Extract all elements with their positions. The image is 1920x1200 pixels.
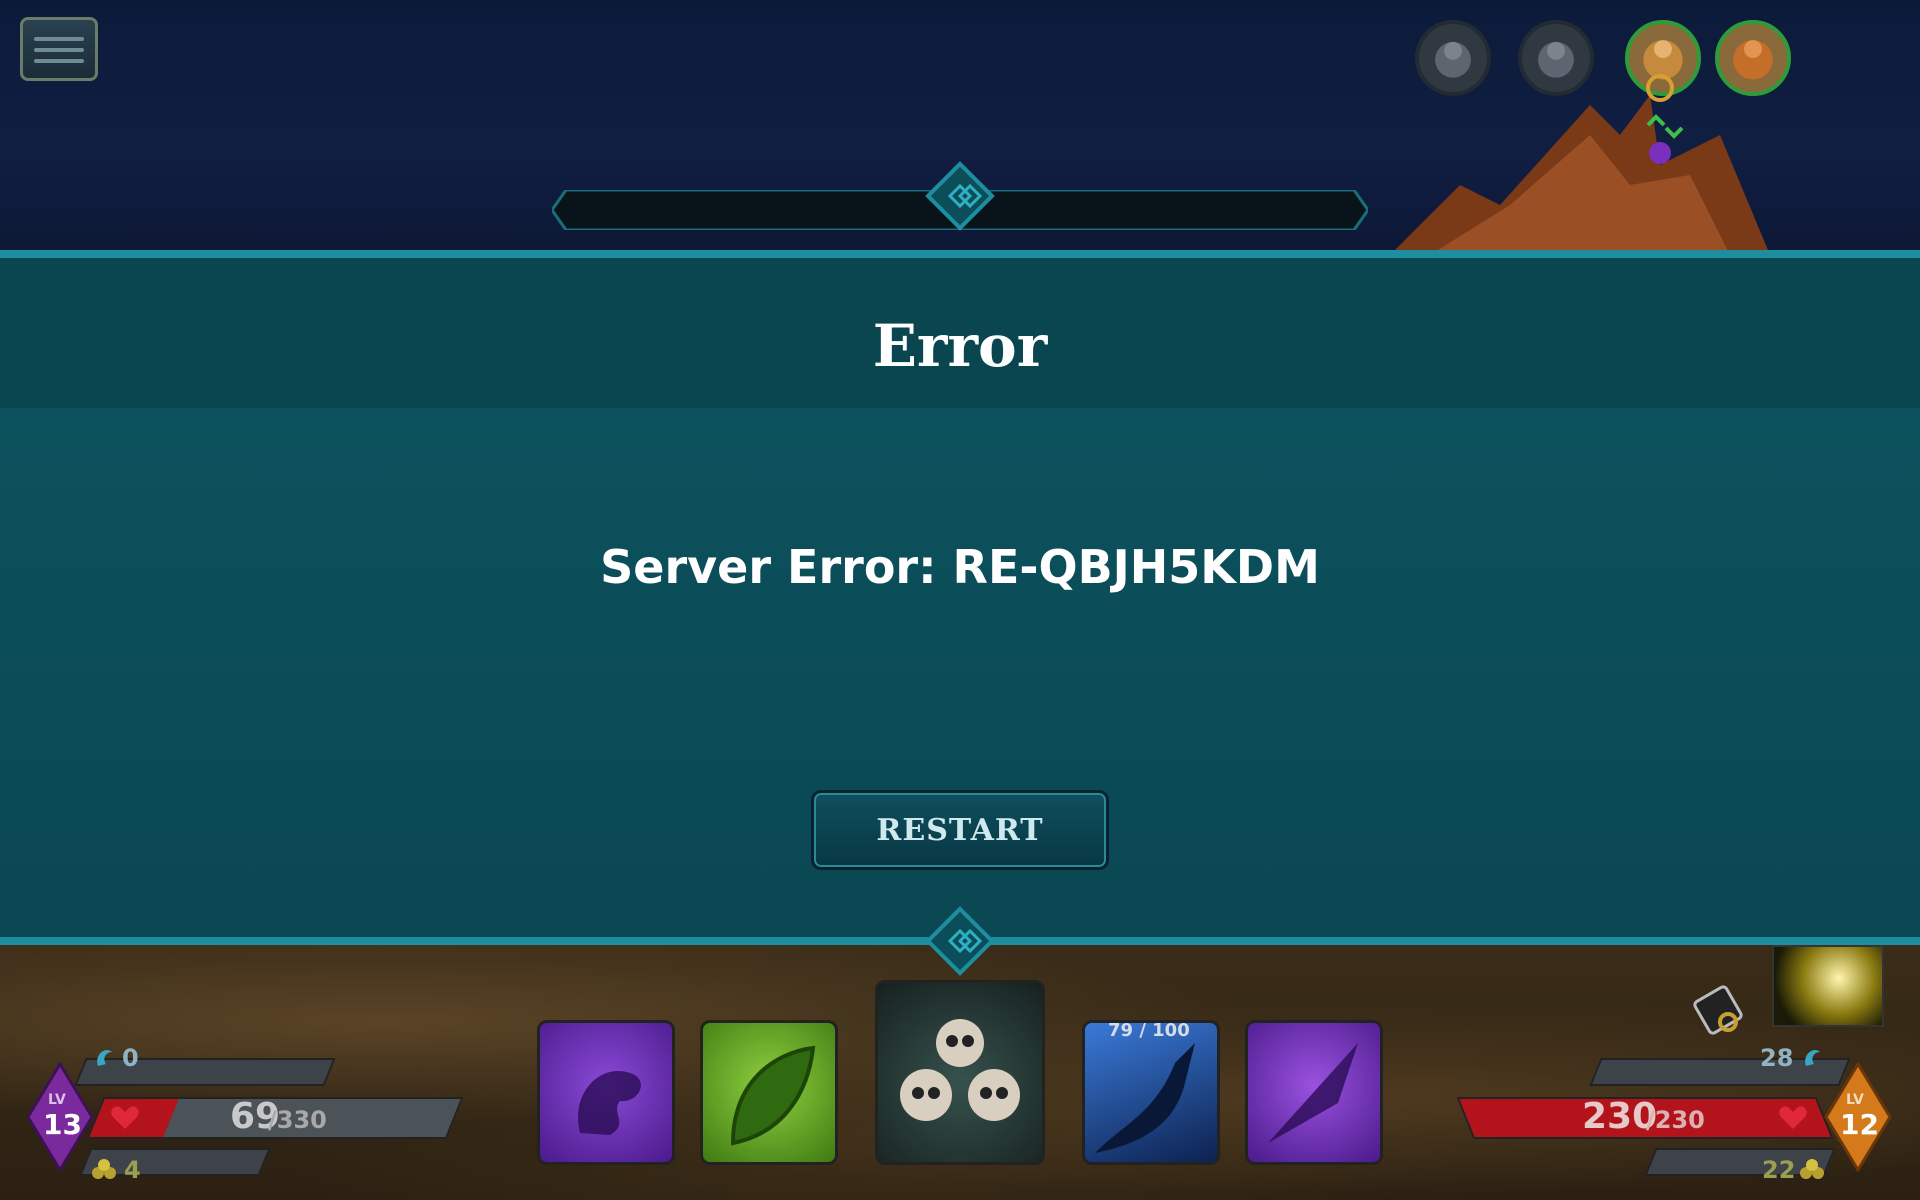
special-ability-slot[interactable] [1772, 945, 1884, 1027]
dragon-card[interactable] [537, 1020, 675, 1165]
bottom-diamond-ornament [925, 906, 995, 976]
skull-card[interactable] [875, 980, 1045, 1165]
creature-portrait-icon [1538, 41, 1574, 78]
gold-icon [92, 1159, 116, 1179]
blade-icon [1268, 1043, 1358, 1143]
card-counter: 79 / 100 [1108, 1020, 1190, 1041]
error-dialog: Error Server Error: RE-QBJH5KDM RESTART [0, 250, 1920, 945]
dialog-title: Error [872, 312, 1048, 380]
player-hp-max: /330 [268, 1106, 327, 1134]
enemy-hp-max: /230 [1646, 1106, 1705, 1134]
error-message: Server Error: RE-QBJH5KDM [600, 540, 1320, 594]
shadow-claw-card[interactable] [1082, 1020, 1220, 1165]
blade-card[interactable] [1245, 1020, 1383, 1165]
top-diamond-ornament [925, 161, 995, 231]
heart-icon [1779, 1106, 1807, 1129]
opponent-portrait-1[interactable] [1415, 20, 1491, 96]
menu-icon [34, 37, 84, 41]
enemy-gold-value: 22 [1762, 1156, 1796, 1184]
skulls-icon [900, 1019, 1020, 1121]
creature-portrait-icon [1733, 40, 1773, 80]
status-effect-icons [1646, 74, 1684, 164]
dragon-icon [578, 1071, 641, 1135]
enemy-mana-value: 28 [1760, 1044, 1794, 1072]
player-gold-value: 4 [124, 1156, 141, 1184]
player-level-label: LV [48, 1092, 66, 1108]
acid-card[interactable] [700, 1020, 838, 1165]
gold-icon [1800, 1159, 1824, 1179]
enemy-level-value: 12 [1840, 1108, 1879, 1141]
mana-icon [1805, 1049, 1820, 1066]
restart-button[interactable]: RESTART [811, 790, 1109, 870]
player-portrait-2[interactable] [1715, 20, 1791, 96]
leaf-icon [730, 1045, 816, 1146]
claw-icon [1095, 1043, 1195, 1153]
heart-icon [111, 1106, 139, 1129]
creature-portrait-icon [1435, 41, 1471, 78]
player-mana-value: 0 [122, 1044, 139, 1072]
ability-deck-icon[interactable] [1690, 978, 1750, 1038]
enemy-level-label: LV [1846, 1092, 1864, 1108]
mana-icon [97, 1049, 112, 1066]
player-level-value: 13 [43, 1108, 82, 1141]
rock-formation [1390, 95, 1770, 255]
opponent-portrait-2[interactable] [1518, 20, 1594, 96]
menu-button[interactable] [20, 17, 98, 81]
dialog-top-border [0, 250, 1920, 258]
